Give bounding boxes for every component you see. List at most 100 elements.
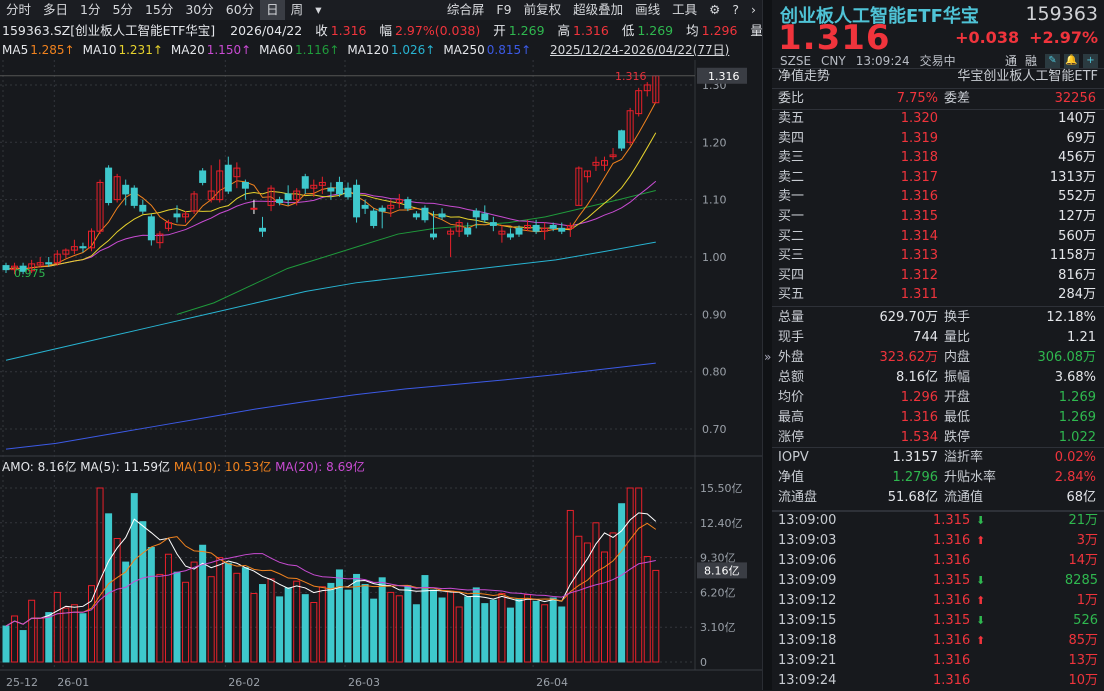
period-tab[interactable]: 5分	[106, 0, 138, 20]
add-icon[interactable]: +	[1083, 53, 1098, 68]
quote-info-line: 159363.SZ[创业板人工智能ETF华宝] 2026/04/22 收 1.31…	[2, 21, 766, 41]
row-quantity: 1158万	[1049, 248, 1096, 263]
tick-volume: 1万	[1076, 593, 1098, 608]
tick-row: 13:09:00 1.315 ⬇ 21万	[778, 511, 1098, 531]
tick-time: 13:09:00	[778, 513, 837, 528]
price-tick-label: 0.70	[702, 423, 727, 436]
volume-bar	[122, 561, 130, 663]
tick-price: 1.316	[933, 593, 971, 608]
toolbar-button[interactable]: ›	[745, 0, 762, 20]
period-tab[interactable]: 分时	[0, 0, 37, 20]
tick-volume: 14万	[1068, 553, 1098, 568]
weibi-row: 委比 7.75% 委差 32256	[778, 89, 1098, 109]
row-value: 1.316	[900, 410, 938, 425]
period-tab[interactable]: 多日	[37, 0, 74, 20]
close-value: 1.316	[330, 23, 367, 38]
edit-icon[interactable]: ✎	[1045, 53, 1060, 68]
volume-bar	[276, 596, 284, 663]
tick-time: 13:09:15	[778, 613, 837, 628]
panel-splitter[interactable]: »	[762, 0, 772, 690]
volume-bar	[558, 606, 566, 663]
candle-down	[335, 181, 343, 195]
tick-time: 13:09:12	[778, 593, 837, 608]
fund-full-name: 华宝创业板人工智能ETF	[957, 69, 1098, 84]
toolbar-button[interactable]: 超级叠加	[567, 0, 629, 20]
tick-time: 13:09:06	[778, 553, 837, 568]
row-label: 买三	[778, 248, 805, 263]
toolbar-button[interactable]: F9	[490, 0, 517, 20]
row-value: 1.319	[900, 130, 938, 146]
volume-bar	[139, 521, 147, 663]
candle-down	[105, 167, 113, 204]
toolbar-button[interactable]: 工具	[666, 0, 703, 20]
period-toolbar: 分时 多日 1分 5分 15分 30分 60分日周 ▾ 综合屏 F9 前复权 超级叠加 画线 工具 ⚙? ›	[0, 0, 762, 20]
toolbar-button[interactable]: 画线	[629, 0, 666, 20]
period-tab[interactable]: 30分	[179, 0, 219, 20]
candle-down	[481, 213, 489, 221]
row-label: 卖二	[778, 169, 805, 185]
period-tab[interactable]: 日	[260, 0, 285, 20]
period-tab[interactable]: ▾	[309, 0, 327, 20]
volume-bar	[506, 607, 514, 663]
volume-bar	[79, 613, 87, 663]
volume-bar	[19, 630, 27, 663]
period-tab[interactable]: 1分	[74, 0, 106, 20]
volume-bar	[370, 598, 378, 663]
volume-bar	[404, 585, 412, 663]
row-label-2: 流通值	[944, 490, 984, 505]
amo-ma10: MA(10): 10.53亿	[173, 460, 272, 474]
volume-bar	[259, 584, 266, 663]
weicha-label: 委差	[944, 91, 971, 106]
volume-bar	[224, 562, 232, 663]
volume-bar	[301, 594, 309, 663]
volume-bar	[421, 575, 429, 663]
volume-bar	[438, 597, 446, 663]
tick-price: 1.315	[933, 613, 971, 628]
expand-icon[interactable]: »	[764, 350, 771, 364]
tick-price: 1.316	[933, 653, 971, 668]
nav-trend-link[interactable]: 净值走势	[778, 67, 830, 87]
volume-bar	[327, 582, 335, 663]
candle-down	[549, 224, 557, 229]
arrow-down-icon: ⬇	[976, 614, 986, 627]
ma-label: MA10	[82, 43, 117, 57]
tick-volume: 8285	[1064, 573, 1098, 588]
volume-bar	[105, 513, 113, 663]
weibi-value: 7.75%	[896, 91, 938, 106]
period-tab[interactable]: 15分	[139, 0, 179, 20]
fund-row: IOPV 1.3157 溢折率 0.02%	[778, 448, 1098, 468]
row-value: 1.315	[900, 209, 938, 224]
period-tab[interactable]: 60分	[220, 0, 260, 20]
price-tick-label: 1.20	[702, 136, 727, 149]
toolbar-button[interactable]: 综合屏	[441, 0, 491, 20]
row-label-2: 最低	[944, 410, 971, 425]
row-quantity: 1313万	[1049, 169, 1096, 185]
quote-panel: 创业板人工智能ETF华宝 159363 1.316 +0.038 +2.97% S…	[772, 0, 1104, 690]
row-label-2: 跌停	[944, 430, 971, 445]
period-tab[interactable]: 周	[285, 0, 310, 20]
candle-down	[370, 210, 378, 226]
price-change: +0.038 +2.97%	[945, 28, 1098, 47]
candle-down	[378, 207, 386, 212]
volume-bar	[464, 596, 472, 663]
bid-level: 买二 1.314 560万	[778, 227, 1098, 247]
nav-trend-row[interactable]: 净值走势 华宝创业板人工智能ETF	[778, 67, 1098, 87]
candle-down	[472, 210, 480, 218]
volume-bar	[173, 571, 181, 663]
row-value: 1.296	[900, 390, 938, 405]
toolbar-button[interactable]: ⚙	[703, 0, 726, 20]
bell-icon[interactable]: 🔔	[1064, 53, 1079, 68]
candle-down	[361, 204, 369, 209]
row-value: 1.318	[900, 150, 938, 165]
toolbar-button[interactable]: ?	[726, 0, 745, 20]
amo-ma5: MA(5): 11.59亿	[80, 460, 170, 474]
fund-row: 净值 1.2796 升贴水率 2.84%	[778, 468, 1098, 488]
toolbar-button[interactable]: 前复权	[518, 0, 568, 20]
kline-chart[interactable]: 1.301.201.101.000.900.800.7015.50亿12.40亿…	[0, 60, 762, 690]
row-label: 卖五	[778, 111, 805, 126]
tick-row: 13:09:09 1.315 ⬇ 8285	[778, 571, 1098, 591]
date-range-selector[interactable]: 2025/12/24-2026/04/22(77日)	[550, 41, 729, 58]
candle-down	[506, 233, 514, 238]
price-tick-label: 0.90	[702, 308, 727, 321]
date-label: 26-02	[228, 676, 260, 689]
